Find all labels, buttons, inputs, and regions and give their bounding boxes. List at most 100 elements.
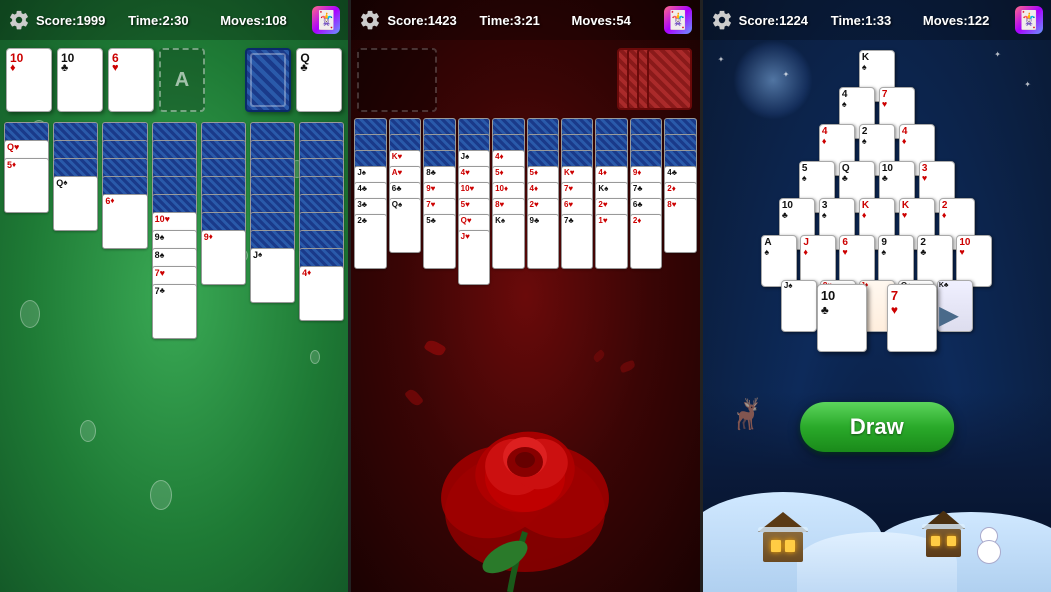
game-icon-2: 🃏 — [664, 6, 692, 34]
card-back[interactable] — [4, 122, 49, 142]
moves-2: Moves:54 — [572, 13, 658, 28]
deck-stack-4[interactable] — [647, 48, 692, 110]
sleigh-silhouette: 🦌 — [728, 397, 765, 432]
card-back[interactable] — [152, 194, 197, 214]
card-back[interactable] — [250, 194, 295, 214]
card-back[interactable] — [152, 122, 197, 142]
card-back[interactable] — [201, 176, 246, 196]
stock-card-2[interactable]: 10 ♣ — [57, 48, 103, 112]
card-back[interactable] — [102, 122, 147, 142]
spider-card-last[interactable]: 9♣ — [527, 214, 559, 269]
deal-card-1[interactable]: 10 ♣ — [817, 284, 867, 352]
tableau: Q♥ 5 ♦ Q ♠ 6 ♦ — [4, 122, 344, 472]
card-face-last[interactable]: 7 ♣ — [152, 284, 197, 339]
time-3: Time:1:33 — [831, 13, 917, 28]
game-icon-3: 🃏 — [1015, 6, 1043, 34]
arrow-icon: ▶ — [940, 301, 958, 330]
card-back[interactable] — [152, 158, 197, 178]
card-face[interactable]: 9♠ — [152, 230, 197, 250]
card-back[interactable] — [299, 176, 344, 196]
stock-card-3[interactable]: 6 ♥ — [108, 48, 154, 112]
card-back[interactable] — [299, 194, 344, 214]
top-bar-3: Score:1224 Time:1:33 Moves:122 🃏 — [703, 0, 1051, 40]
time-1: Time:2:30 — [128, 13, 214, 28]
face-card[interactable]: Q ♣ — [296, 48, 342, 112]
deck-card[interactable] — [245, 48, 291, 112]
card-back[interactable] — [201, 122, 246, 142]
house-right — [926, 529, 961, 557]
card-face-last[interactable]: 4 ♦ — [299, 266, 344, 321]
card-face-last[interactable]: 5 ♦ — [4, 158, 49, 213]
card-back[interactable] — [299, 248, 344, 268]
spider-card-last[interactable]: Q♠ — [389, 198, 421, 253]
card-back[interactable] — [53, 158, 98, 178]
spider-card-last[interactable]: 2♦ — [630, 214, 662, 269]
card-back[interactable] — [152, 140, 197, 160]
spider-card-last[interactable]: 2♣ — [354, 214, 386, 269]
game-icon-1: 🃏 — [312, 6, 340, 34]
card-back[interactable] — [250, 176, 295, 196]
column-1: Q♥ 5 ♦ — [4, 122, 49, 472]
card-back[interactable] — [201, 140, 246, 160]
draw-button[interactable]: Draw — [800, 402, 954, 452]
spider-card-last[interactable]: 7♣ — [561, 214, 593, 269]
card-back[interactable] — [299, 140, 344, 160]
card-back[interactable] — [201, 158, 246, 178]
card-back[interactable] — [53, 122, 98, 142]
card-back[interactable] — [201, 194, 246, 214]
spider-card-last[interactable]: 8♥ — [664, 198, 696, 253]
card-face-last[interactable]: 6 ♦ — [102, 194, 147, 249]
droplet — [150, 480, 172, 510]
card-back[interactable] — [102, 176, 147, 196]
card-back[interactable] — [250, 230, 295, 250]
spider-card-last[interactable]: K♠ — [492, 214, 524, 269]
top-bar-2: Score:1423 Time:3:21 Moves:54 🃏 — [351, 0, 699, 40]
card-face[interactable]: 7♥ — [152, 266, 197, 286]
moves-1: Moves:108 — [220, 13, 306, 28]
top-bar-1: Score:1999 Time:2:30 Moves:108 🃏 — [0, 0, 348, 40]
panel-spider: Score:1423 Time:3:21 Moves:54 🃏 J♠ 4♣ 3♣… — [351, 0, 699, 592]
column-2: Q ♠ — [53, 122, 98, 472]
card-back[interactable] — [250, 140, 295, 160]
rose-decoration — [385, 332, 665, 592]
card-face-last[interactable]: 9 ♦ — [201, 230, 246, 285]
card-face-last[interactable]: J ♠ — [250, 248, 295, 303]
empty-slot[interactable]: A — [159, 48, 205, 112]
gear-icon-3[interactable] — [711, 9, 733, 31]
pyramid-card[interactable]: J♠ — [781, 280, 817, 332]
top-card-area: 10 ♦ 10 ♣ 6 ♥ A Q ♣ — [6, 48, 342, 118]
panel-pyramid: Score:1224 Time:1:33 Moves:122 🃏 ✦ ✦ ✦ ✦… — [703, 0, 1051, 592]
spider-card-last[interactable]: J♥ — [458, 230, 490, 285]
spider-deck[interactable] — [652, 48, 692, 110]
gear-icon-1[interactable] — [8, 9, 30, 31]
gear-icon-2[interactable] — [359, 9, 381, 31]
column-4: 10♥ 9♠ 8♠ 7♥ 7 ♣ — [152, 122, 197, 472]
card-back[interactable] — [102, 158, 147, 178]
card-back[interactable] — [53, 140, 98, 160]
card-back[interactable] — [299, 212, 344, 232]
card-back[interactable] — [250, 122, 295, 142]
card-back[interactable] — [102, 140, 147, 160]
spider-card-last[interactable]: 1♥ — [595, 214, 627, 269]
card-face[interactable]: 8♠ — [152, 248, 197, 268]
completed-area — [357, 48, 437, 112]
card-back[interactable] — [250, 212, 295, 232]
card-back[interactable] — [250, 158, 295, 178]
card-face[interactable]: Q♥ — [4, 140, 49, 160]
panel-solitaire: Score:1999 Time:2:30 Moves:108 🃏 10 ♦ 10… — [0, 0, 348, 592]
column-5: 9 ♦ — [201, 122, 246, 472]
stock-card[interactable]: 10 ♦ — [6, 48, 52, 112]
card-back[interactable] — [299, 230, 344, 250]
bottom-deal-cards: 10 ♣ 7 ♥ — [817, 284, 937, 352]
stats-2: Score:1423 — [387, 13, 473, 28]
card-back[interactable] — [201, 212, 246, 232]
card-back[interactable] — [299, 158, 344, 178]
spider-col-1: J♠ 4♣ 3♣ 2♣ — [354, 118, 386, 548]
card-back[interactable] — [299, 122, 344, 142]
column-7: 4 ♦ — [299, 122, 344, 472]
spider-card-last[interactable]: 5♣ — [423, 214, 455, 269]
deal-card-2[interactable]: 7 ♥ — [887, 284, 937, 352]
card-face[interactable]: 10♥ — [152, 212, 197, 232]
card-back[interactable] — [152, 176, 197, 196]
card-face-last[interactable]: Q ♠ — [53, 176, 98, 231]
